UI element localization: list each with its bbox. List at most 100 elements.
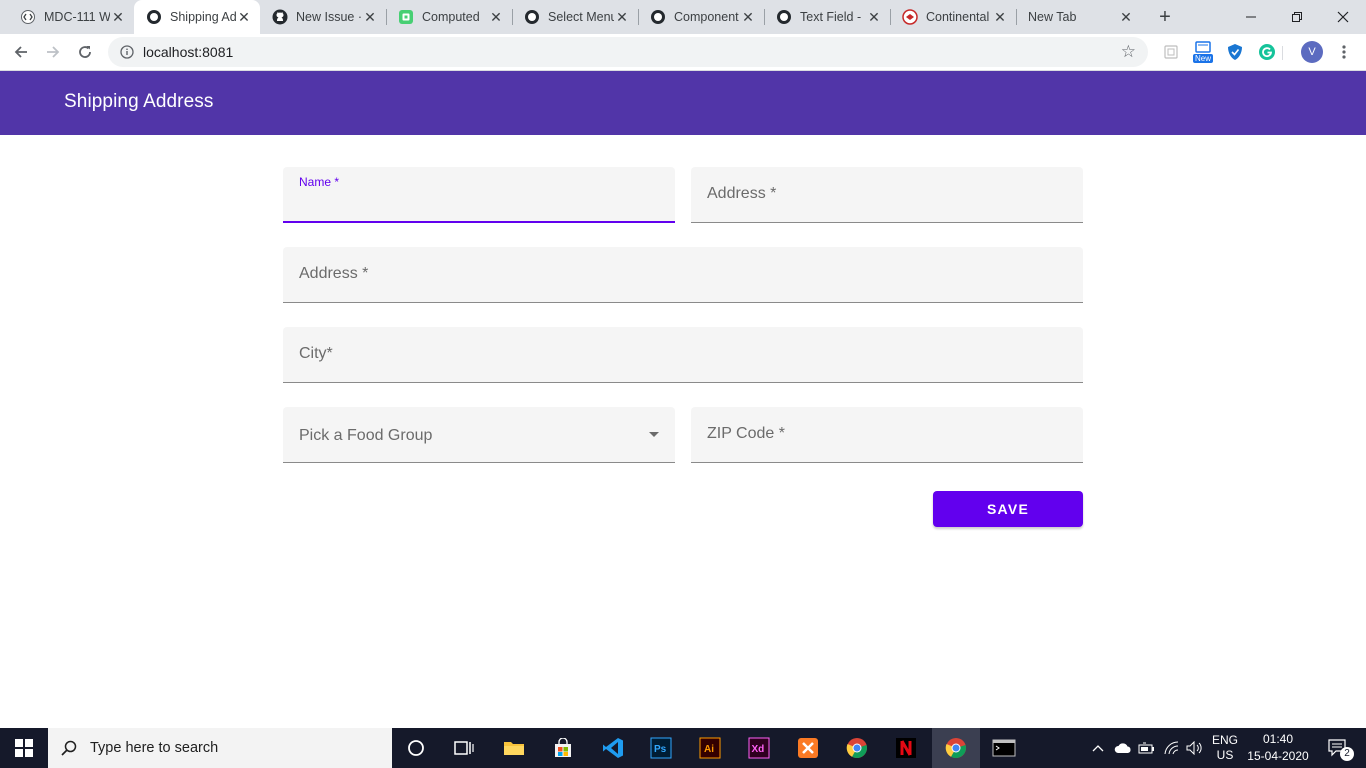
show-hidden-icons-chevron-icon[interactable] bbox=[1090, 728, 1106, 768]
save-button[interactable]: SAVE bbox=[933, 491, 1083, 527]
vscode-icon[interactable] bbox=[589, 728, 637, 768]
profile-avatar[interactable]: V bbox=[1301, 41, 1323, 63]
windows-taskbar: Type here to search Ps Ai Xd ENG US 01:4… bbox=[0, 728, 1366, 768]
toolbar-divider bbox=[1282, 46, 1283, 60]
browser-tab-title: MDC-111 W bbox=[44, 10, 110, 24]
svg-text:Xd: Xd bbox=[752, 744, 765, 755]
browser-tab[interactable]: Component ✕ bbox=[638, 0, 764, 34]
photoshop-icon[interactable]: Ps bbox=[637, 728, 685, 768]
name-field-label: Name * bbox=[299, 175, 340, 189]
close-tab-icon[interactable]: ✕ bbox=[110, 9, 126, 25]
battery-icon[interactable] bbox=[1137, 728, 1157, 768]
minimize-window-icon[interactable] bbox=[1228, 0, 1274, 34]
grammarly-icon[interactable] bbox=[1257, 42, 1277, 62]
browser-tab-title: Computed bbox=[422, 10, 480, 24]
close-tab-icon[interactable]: ✕ bbox=[740, 9, 756, 25]
clock-time: 01:40 bbox=[1262, 732, 1294, 746]
code-brackets-icon bbox=[20, 9, 36, 25]
address-line-2-label: Address * bbox=[299, 265, 369, 282]
browser-tab-title: New Issue · bbox=[296, 10, 362, 24]
xampp-icon[interactable] bbox=[784, 728, 832, 768]
taskbar-search-placeholder: Type here to search bbox=[90, 740, 219, 756]
clock-date: 15-04-2020 bbox=[1247, 749, 1309, 763]
shield-extension-icon[interactable] bbox=[1225, 42, 1245, 62]
volume-icon[interactable] bbox=[1184, 728, 1206, 768]
restore-window-icon[interactable] bbox=[1274, 0, 1320, 34]
city-field-label: City* bbox=[299, 345, 333, 362]
url-text: localhost:8081 bbox=[143, 44, 234, 60]
browser-tab-strip: MDC-111 W ✕ Shipping Ad ✕ New Issue · ✕ … bbox=[0, 0, 1366, 34]
close-tab-icon[interactable]: ✕ bbox=[614, 9, 630, 25]
onedrive-cloud-icon[interactable] bbox=[1112, 728, 1134, 768]
extension-new-badge: New bbox=[1192, 54, 1213, 63]
microsoft-store-icon[interactable] bbox=[539, 728, 587, 768]
bookmark-star-icon[interactable]: ☆ bbox=[1121, 42, 1136, 62]
clock[interactable]: 01:40 15-04-2020 bbox=[1244, 728, 1312, 768]
taskbar-search-box[interactable]: Type here to search bbox=[48, 728, 392, 768]
netflix-icon[interactable] bbox=[882, 728, 930, 768]
browser-tab-title: Component bbox=[674, 10, 739, 24]
generic-site-icon bbox=[146, 9, 162, 25]
name-field[interactable]: Name * bbox=[283, 167, 675, 223]
browser-tab[interactable]: Text Field - ✕ bbox=[764, 0, 890, 34]
browser-tab-title: Text Field - bbox=[800, 10, 862, 24]
browser-tab-active[interactable]: Shipping Ad ✕ bbox=[134, 0, 260, 34]
browser-tab[interactable]: New Tab ✕ bbox=[1016, 0, 1142, 34]
cortana-icon[interactable] bbox=[392, 728, 440, 768]
browser-tab-title: Select Menu bbox=[548, 10, 614, 24]
generic-site-icon bbox=[650, 9, 666, 25]
zip-code-field[interactable]: ZIP Code * bbox=[691, 407, 1083, 463]
city-field[interactable]: City* bbox=[283, 327, 1083, 383]
windows-start-icon[interactable] bbox=[0, 728, 48, 768]
close-tab-icon[interactable]: ✕ bbox=[1118, 9, 1134, 25]
browser-tab[interactable]: Continental ✕ bbox=[890, 0, 1016, 34]
notification-center-icon[interactable]: 2 bbox=[1318, 728, 1358, 768]
keyboard-layout: US bbox=[1216, 748, 1234, 762]
address-line-2-field[interactable]: Address * bbox=[283, 247, 1083, 303]
adobe-xd-icon[interactable]: Xd bbox=[735, 728, 783, 768]
close-window-icon[interactable] bbox=[1320, 0, 1366, 34]
language-indicator[interactable]: ENG US bbox=[1208, 728, 1242, 768]
chrome-icon-active[interactable] bbox=[932, 728, 980, 768]
language-code: ENG bbox=[1211, 733, 1238, 747]
codepen-icon bbox=[398, 9, 414, 25]
search-icon bbox=[60, 739, 78, 757]
browser-tab[interactable]: New Issue · ✕ bbox=[260, 0, 386, 34]
close-tab-icon[interactable]: ✕ bbox=[236, 9, 252, 25]
extension-reader-icon[interactable] bbox=[1161, 42, 1181, 62]
browser-tab[interactable]: Computed ✕ bbox=[386, 0, 512, 34]
file-explorer-icon[interactable] bbox=[490, 728, 538, 768]
generic-site-icon bbox=[524, 9, 540, 25]
chrome-icon[interactable] bbox=[833, 728, 881, 768]
terminal-icon[interactable] bbox=[980, 728, 1028, 768]
address-field[interactable]: Address * bbox=[691, 167, 1083, 223]
address-bar[interactable]: localhost:8081 ☆ bbox=[108, 37, 1148, 67]
forward-arrow-icon[interactable] bbox=[42, 41, 64, 63]
browser-menu-icon[interactable] bbox=[1334, 42, 1354, 62]
address-field-label: Address * bbox=[707, 185, 777, 202]
close-tab-icon[interactable]: ✕ bbox=[362, 9, 378, 25]
wifi-icon[interactable] bbox=[1161, 728, 1183, 768]
new-tab-button[interactable]: + bbox=[1155, 7, 1175, 27]
close-tab-icon[interactable]: ✕ bbox=[866, 9, 882, 25]
food-group-select[interactable]: Pick a Food Group bbox=[283, 407, 675, 463]
zip-code-label: ZIP Code * bbox=[707, 425, 785, 442]
close-tab-icon[interactable]: ✕ bbox=[488, 9, 504, 25]
site-info-icon[interactable] bbox=[120, 45, 134, 64]
food-group-label: Pick a Food Group bbox=[299, 427, 433, 444]
browser-tab-title: New Tab bbox=[1028, 10, 1077, 24]
svg-text:Ps: Ps bbox=[654, 744, 667, 755]
browser-tab[interactable]: Select Menu ✕ bbox=[512, 0, 638, 34]
github-icon bbox=[272, 9, 288, 25]
back-arrow-icon[interactable] bbox=[10, 41, 32, 63]
close-tab-icon[interactable]: ✕ bbox=[992, 9, 1008, 25]
browser-toolbar: localhost:8081 ☆ New V bbox=[0, 34, 1366, 71]
reload-icon[interactable] bbox=[74, 41, 96, 63]
task-view-icon[interactable] bbox=[440, 728, 488, 768]
browser-tab[interactable]: MDC-111 W ✕ bbox=[8, 0, 134, 34]
generic-site-icon bbox=[776, 9, 792, 25]
illustrator-icon[interactable]: Ai bbox=[686, 728, 734, 768]
extension-new-icon[interactable]: New bbox=[1192, 39, 1214, 65]
browser-tab-title: Continental bbox=[926, 10, 990, 24]
red-site-icon bbox=[902, 9, 918, 25]
